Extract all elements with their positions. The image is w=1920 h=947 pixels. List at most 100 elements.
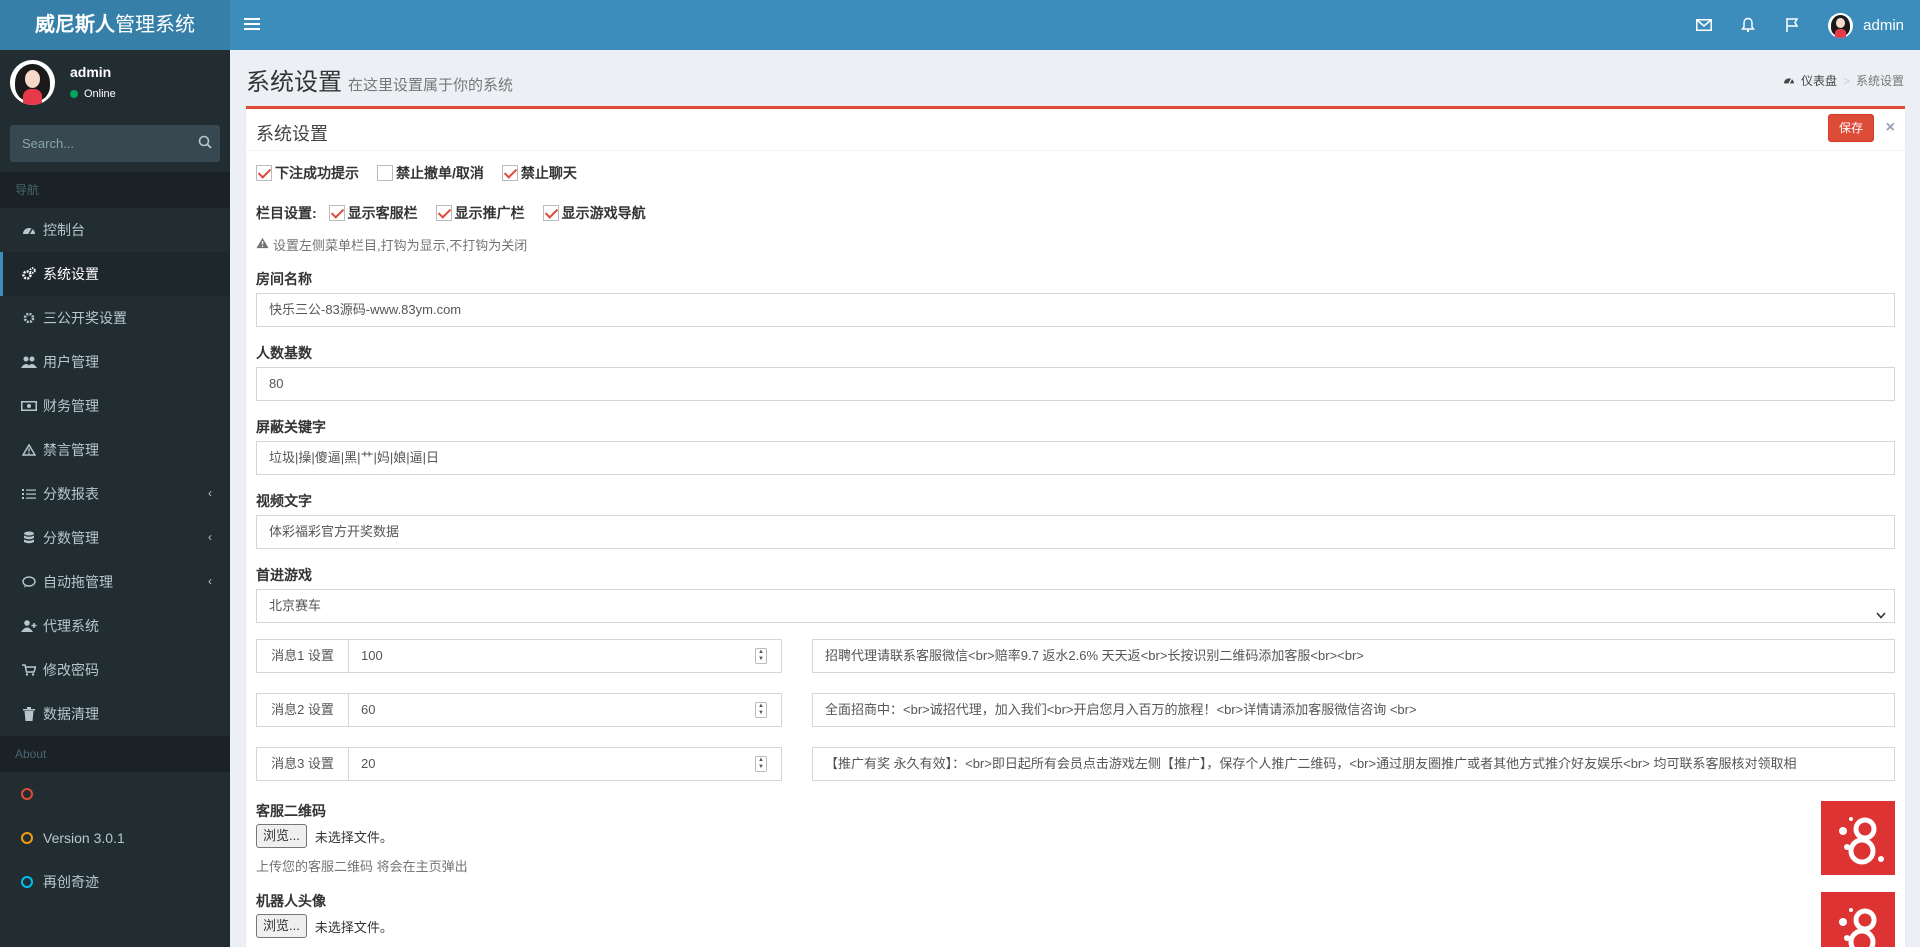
sidebar-item-agent[interactable]: 代理系统	[0, 604, 230, 648]
sidebar-item-finance[interactable]: 财务管理	[0, 384, 230, 428]
sidebar-item-label: 禁言管理	[43, 442, 99, 458]
message1-number-input[interactable]: 100 ▲ ▼	[349, 640, 781, 672]
cart-icon	[21, 662, 37, 678]
sidebar: admin Online 导航 控制台 系统设置 三公开奖设置 用户管理 财务管…	[0, 50, 230, 947]
about-item-label: 再创奇迹	[43, 874, 99, 890]
envelope-icon[interactable]	[1682, 0, 1726, 50]
sidebar-item-label: 财务管理	[43, 398, 99, 414]
sidebar-item-system-settings[interactable]: 系统设置	[0, 252, 230, 296]
sidebar-item-mute[interactable]: 禁言管理	[0, 428, 230, 472]
message3-text-input[interactable]: 【推广有奖 永久有效】：<br>即日起所有会员点击游戏左侧【推广】，保存个人推广…	[812, 747, 1895, 781]
chevron-left-icon: ‹	[208, 530, 212, 544]
breadcrumb-current: 系统设置	[1855, 74, 1904, 88]
bell-icon[interactable]	[1726, 0, 1770, 50]
no-cancel-checkbox[interactable]: 禁止撤单/取消	[377, 163, 484, 183]
spinner-icon[interactable]: ▲ ▼	[755, 648, 767, 664]
online-status: Online	[70, 88, 116, 100]
message3-addon: 消息3 设置	[257, 748, 349, 780]
sidebar-item-sangong-settings[interactable]: 三公开奖设置	[0, 296, 230, 340]
robot-browse-button[interactable]: 浏览...	[256, 914, 307, 938]
bet-success-checkbox[interactable]: 下注成功提示	[256, 163, 359, 183]
sidebar-item-dashboard[interactable]: 控制台	[0, 208, 230, 252]
content-header: 系统设置 在这里设置属于你的系统	[246, 62, 513, 97]
chevron-down-icon	[1876, 601, 1886, 633]
sidebar-item-change-password[interactable]: 修改密码	[0, 648, 230, 692]
base-count-label: 人数基数	[256, 345, 312, 361]
search-input[interactable]	[10, 125, 180, 162]
sidebar-item-label: 三公开奖设置	[43, 310, 127, 326]
app-logo[interactable]: 威尼斯人管理系统	[0, 0, 230, 50]
breadcrumb-home[interactable]: 仪表盘	[1801, 72, 1837, 89]
logo-rest: 管理系统	[115, 14, 195, 36]
robot-file-status: 未选择文件。	[314, 919, 393, 935]
circle-icon	[21, 832, 33, 844]
sidebar-item-score-report[interactable]: 分数报表 ‹	[0, 472, 230, 516]
qr-file-status: 未选择文件。	[314, 829, 393, 845]
base-count-input[interactable]: 80	[256, 367, 1895, 401]
sidebar-item-users[interactable]: 用户管理	[0, 340, 230, 384]
message1-stepper: 消息1 设置 100 ▲ ▼	[256, 639, 782, 673]
comment-icon	[21, 574, 37, 590]
chevron-left-icon: ‹	[208, 486, 212, 500]
show-promo-checkbox[interactable]: 显示推广栏	[435, 203, 525, 223]
dashboard-icon	[21, 222, 37, 238]
sidebar-item-label: 分数管理	[43, 530, 99, 546]
gear-icon	[21, 310, 37, 326]
about-item-slogan[interactable]: 再创奇迹	[0, 860, 230, 904]
sidebar-toggle-icon[interactable]	[244, 15, 260, 35]
user-panel: admin Online	[0, 50, 230, 124]
user-plus-icon	[21, 618, 37, 634]
about-item-1[interactable]	[0, 772, 230, 816]
message3-number-input[interactable]: 20 ▲ ▼	[349, 748, 781, 780]
sidebar-item-data-cleanup[interactable]: 数据清理	[0, 692, 230, 736]
message2-addon: 消息2 设置	[257, 694, 349, 726]
save-button[interactable]: 保存	[1828, 114, 1874, 142]
checkbox-icon	[256, 165, 272, 181]
checkbox-icon	[328, 205, 345, 221]
sidebar-item-label: 控制台	[43, 222, 85, 238]
database-icon	[21, 530, 37, 546]
show-gamenav-checkbox[interactable]: 显示游戏导航	[542, 203, 646, 223]
warning-icon	[256, 237, 269, 252]
user-menu[interactable]: admin	[1814, 12, 1904, 38]
about-item-version[interactable]: Version 3.0.1	[0, 816, 230, 860]
show-service-checkbox[interactable]: 显示客服栏	[328, 203, 418, 223]
room-name-label: 房间名称	[256, 271, 312, 287]
checkbox-icon	[542, 205, 559, 221]
close-icon[interactable]: ×	[1886, 119, 1895, 137]
message2-number-input[interactable]: 60 ▲ ▼	[349, 694, 781, 726]
first-game-select[interactable]: 北京赛车	[256, 589, 1895, 623]
message1-text-input[interactable]: 招聘代理请联系客服微信<br>赔率9.7 返水2.6% 天天返<br>长按识别二…	[812, 639, 1895, 673]
qr-browse-button[interactable]: 浏览...	[256, 824, 307, 848]
warning-icon	[21, 442, 37, 458]
cogs-icon	[21, 266, 37, 282]
spinner-icon[interactable]: ▲ ▼	[755, 756, 767, 772]
qr-preview-image	[1821, 801, 1895, 875]
about-header: About	[0, 736, 230, 772]
top-navbar: admin	[230, 0, 1920, 50]
circle-icon	[21, 876, 33, 888]
breadcrumb-separator: >	[1842, 73, 1850, 88]
flag-icon[interactable]	[1770, 0, 1814, 50]
checkbox-icon	[435, 205, 452, 221]
robot-avatar-preview-image	[1821, 892, 1895, 947]
no-chat-checkbox[interactable]: 禁止聊天	[501, 163, 577, 183]
sidebar-item-auto-bot[interactable]: 自动拖管理 ‹	[0, 560, 230, 604]
keywords-input[interactable]: 垃圾|操|傻逼|黑|艹|妈|娘|逼|日	[256, 441, 1895, 475]
header-username: admin	[1863, 16, 1904, 34]
sidebar-item-score-manage[interactable]: 分数管理 ‹	[0, 516, 230, 560]
video-text-input[interactable]: 体彩福彩官方开奖数据	[256, 515, 1895, 549]
message2-text-input[interactable]: 全面招商中：<br>诚招代理，加入我们<br>开启您月入百万的旅程！<br>详情…	[812, 693, 1895, 727]
spinner-icon[interactable]: ▲ ▼	[755, 702, 767, 718]
message2-stepper: 消息2 设置 60 ▲ ▼	[256, 693, 782, 727]
robot-avatar-label: 机器人头像	[256, 893, 326, 909]
chevron-left-icon: ‹	[208, 574, 212, 588]
qr-help-text: 上传您的客服二维码 将会在主页弹出	[256, 859, 468, 874]
columns-label: 栏目设置:	[256, 205, 317, 221]
avatar	[1828, 12, 1854, 38]
room-name-input[interactable]: 快乐三公-83源码-www.83ym.com	[256, 293, 1895, 327]
sidebar-item-label: 自动拖管理	[43, 574, 113, 590]
page-title: 系统设置	[246, 69, 342, 96]
search-icon[interactable]	[198, 135, 212, 152]
message3-stepper: 消息3 设置 20 ▲ ▼	[256, 747, 782, 781]
